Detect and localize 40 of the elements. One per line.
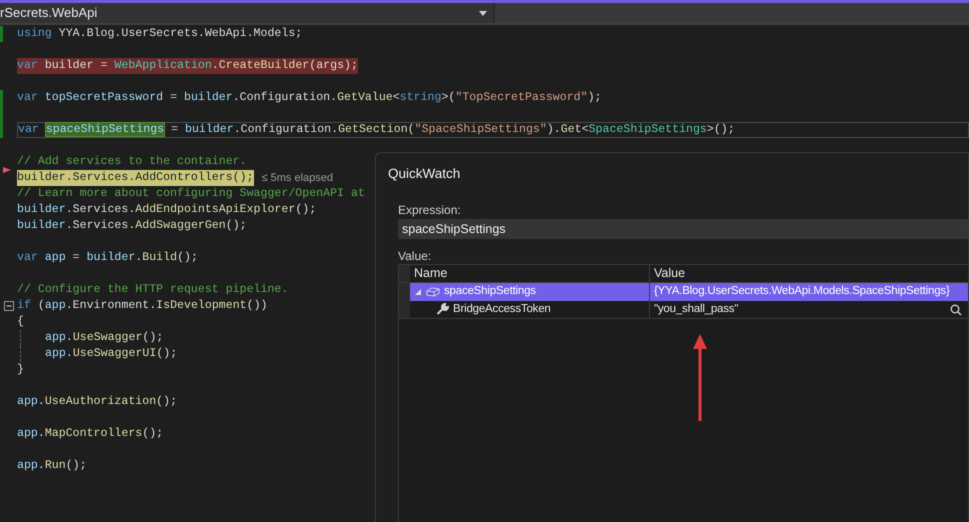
- code-line: // Learn more about configuring Swagger/OpenAPI at: [17, 186, 365, 202]
- code-line: if (app.Environment.IsDevelopment()): [17, 298, 268, 314]
- code-line: app.MapControllers();: [17, 426, 164, 442]
- code-line: }: [17, 362, 24, 378]
- code-line: var app = builder.Build();: [17, 250, 198, 266]
- row-gutter: [399, 301, 410, 318]
- dropdown-caret-icon[interactable]: [479, 10, 487, 16]
- collapse-icon[interactable]: [4, 301, 14, 311]
- wrench-icon: [436, 303, 449, 316]
- watch-value: "you_shall_pass": [654, 302, 738, 317]
- pointer-icon: [3, 166, 11, 174]
- code-line: var spaceShipSettings = builder.Configuration.GetSection("SpaceShipSettings").Get<SpaceShipSettings>();: [18, 122, 735, 138]
- code-line: var topSecretPassword = builder.Configuration.GetValue<string>("TopSecretPassword");: [17, 90, 602, 106]
- code-line: builder.Services.AddEndpointsApiExplorer();: [17, 202, 316, 218]
- watch-name: BridgeAccessToken: [453, 302, 551, 317]
- row-gutter: [399, 283, 410, 301]
- watch-row[interactable]: spaceShipSettings {YYA.Blog.UserSecrets.WebApi.Models.SpaceShipSettings}: [399, 283, 968, 301]
- code-line: builder.Services.AddSwaggerGen();: [17, 218, 247, 234]
- code-line: // Add services to the container.: [17, 154, 247, 170]
- code-line: app.UseSwagger();: [45, 330, 164, 346]
- row-gutter: [399, 265, 410, 282]
- code-line: app.Run();: [17, 458, 87, 474]
- code-line: {: [17, 314, 24, 330]
- code-line: app.UseAuthorization();: [17, 394, 178, 410]
- watch-value: {YYA.Blog.UserSecrets.WebApi.Models.SpaceShipSettings}: [654, 284, 950, 300]
- dialog-title: QuickWatch: [388, 165, 460, 183]
- watch-name: spaceShipSettings: [444, 284, 536, 300]
- watch-row[interactable]: BridgeAccessToken "you_shall_pass": [399, 301, 968, 319]
- column-header[interactable]: Name: [410, 265, 650, 282]
- cube-icon: [426, 286, 440, 298]
- value-label: Value:: [398, 248, 432, 264]
- column-header[interactable]: Value: [650, 265, 968, 282]
- search-icon[interactable]: [950, 304, 962, 316]
- code-line: app.UseSwaggerUI();: [45, 346, 178, 362]
- expression-field[interactable]: spaceShipSettings: [398, 219, 968, 239]
- code-line: using YYA.Blog.UserSecrets.WebApi.Models;: [17, 26, 302, 42]
- code-line: // Configure the HTTP request pipeline.: [17, 282, 288, 298]
- elapsed-hint: ≤ 5ms elapsed: [262, 171, 334, 186]
- expression-label: Expression:: [398, 202, 462, 219]
- expand-caret-icon[interactable]: [414, 288, 422, 296]
